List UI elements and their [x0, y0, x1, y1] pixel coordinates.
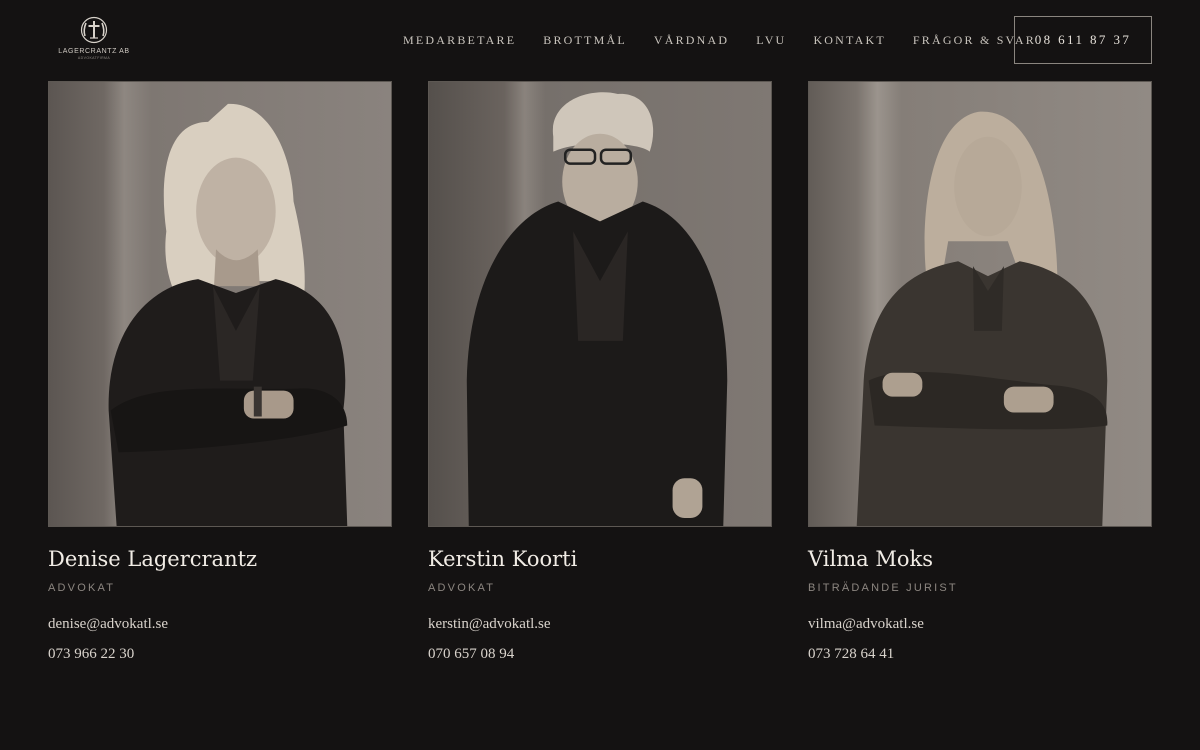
staff-card: Vilma Moks BITRÄDANDE JURIST vilma@advok… — [808, 81, 1152, 664]
nav-item: MEDARBETARE — [403, 31, 516, 49]
logo-name: LAGERCRANTZ AB — [58, 48, 130, 55]
staff-role: ADVOKAT — [48, 582, 116, 594]
staff-phone-link[interactable]: 073 966 22 30 — [48, 644, 392, 664]
staff-photo — [808, 81, 1152, 527]
laurel-cross-icon — [80, 16, 108, 44]
staff-email-link[interactable]: vilma@advokatl.se — [808, 614, 1152, 634]
staff-email-link[interactable]: denise@advokatl.se — [48, 614, 392, 634]
staff-role: ADVOKAT — [428, 582, 496, 594]
nav-link-lvu[interactable]: LVU — [756, 32, 786, 48]
nav-item: LVU — [756, 31, 786, 49]
nav-link-kontakt[interactable]: KONTAKT — [813, 32, 885, 48]
nav-item: VÅRDNAD — [654, 31, 729, 49]
staff-card: Kerstin Koorti ADVOKAT kerstin@advokatl.… — [428, 81, 772, 664]
main-nav: MEDARBETARE BROTTMÅL VÅRDNAD LVU KONTAKT… — [403, 31, 1036, 49]
staff-phone-link[interactable]: 070 657 08 94 — [428, 644, 772, 664]
staff-name: Kerstin Koorti — [428, 547, 578, 571]
nav-link-medarbetare[interactable]: MEDARBETARE — [403, 32, 516, 48]
logo-subtitle: ADVOKATFIRMA — [77, 56, 111, 60]
logo-link[interactable]: LAGERCRANTZ AB ADVOKATFIRMA — [56, 16, 132, 62]
nav-item: KONTAKT — [813, 31, 885, 49]
nav-link-vardnad[interactable]: VÅRDNAD — [654, 32, 729, 48]
staff-name: Vilma Moks — [808, 547, 933, 571]
nav-link-brottmal[interactable]: BROTTMÅL — [543, 32, 627, 48]
nav-item: BROTTMÅL — [543, 31, 627, 49]
staff-role: BITRÄDANDE JURIST — [808, 582, 958, 594]
site-header: LAGERCRANTZ AB ADVOKATFIRMA MEDARBETARE … — [0, 0, 1200, 80]
staff-name: Denise Lagercrantz — [48, 547, 258, 571]
staff-grid: Denise Lagercrantz ADVOKAT denise@advoka… — [48, 81, 1152, 664]
staff-photo — [48, 81, 392, 527]
staff-email-link[interactable]: kerstin@advokatl.se — [428, 614, 772, 634]
phone-button[interactable]: 08 611 87 37 — [1014, 16, 1152, 64]
staff-photo — [428, 81, 772, 527]
staff-phone-link[interactable]: 073 728 64 41 — [808, 644, 1152, 664]
staff-card: Denise Lagercrantz ADVOKAT denise@advoka… — [48, 81, 392, 664]
